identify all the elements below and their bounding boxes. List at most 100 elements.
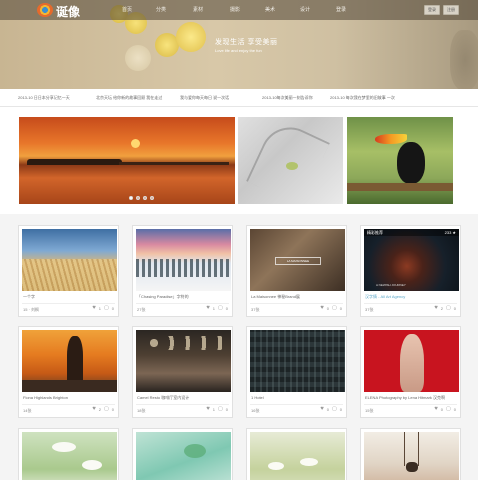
camera-lens-icon[interactable] bbox=[37, 3, 53, 17]
comment-icon[interactable]: ▢ bbox=[218, 306, 223, 311]
login-button[interactable]: 登录 bbox=[424, 5, 440, 15]
comment-count: 0 bbox=[339, 306, 342, 311]
album-card[interactable] bbox=[360, 428, 461, 480]
album-meta: 18张 bbox=[137, 408, 146, 413]
divider bbox=[136, 404, 229, 405]
leaf-shape bbox=[286, 162, 298, 170]
ticker-item[interactable]: 2013-10 每次我在梦里的旧故事 一次 bbox=[330, 95, 395, 101]
album-stats: ♥ 0 ▢ 0 bbox=[434, 406, 456, 412]
comment-icon[interactable]: ▢ bbox=[104, 306, 109, 311]
comment-icon[interactable]: ▢ bbox=[446, 407, 451, 412]
heart-icon[interactable]: ♥ bbox=[320, 406, 324, 412]
album-card[interactable] bbox=[132, 428, 233, 480]
carousel-dot[interactable] bbox=[150, 196, 154, 200]
heart-icon[interactable]: ♥ bbox=[434, 406, 438, 412]
album-stats: ♥ 2 ▢ 0 bbox=[434, 305, 456, 311]
album-card[interactable]: Fiona Highlands Brighton 14张 ♥ 2 ▢ 0 bbox=[18, 326, 119, 418]
heart-icon[interactable]: ♥ bbox=[206, 305, 210, 311]
album-card[interactable]: ELENA Photography by Lena Hitmark 汉克啊 15… bbox=[360, 326, 461, 418]
comment-icon[interactable]: ▢ bbox=[446, 306, 451, 311]
divider bbox=[22, 303, 115, 304]
sun-shape bbox=[131, 139, 140, 148]
slide-branch-image[interactable] bbox=[238, 117, 343, 204]
nav-item-category[interactable]: 分类 bbox=[156, 6, 166, 13]
album-title[interactable]: 一个字 bbox=[23, 294, 116, 300]
like-count: 1 bbox=[212, 306, 216, 311]
heart-icon[interactable]: ♥ bbox=[206, 406, 210, 412]
album-thumbnail[interactable]: 精彩推荐 233 ★ A NEWISH JOURNEY bbox=[364, 229, 459, 291]
album-title[interactable]: Fiona Highlands Brighton bbox=[23, 395, 116, 400]
toucan-body bbox=[397, 142, 425, 184]
album-card[interactable]: 1 Hotel 16张 ♥ 0 ▢ 0 bbox=[246, 326, 347, 418]
heart-icon[interactable]: ♥ bbox=[92, 406, 96, 412]
album-title[interactable]: 「Chasing Paradise」字符的 bbox=[137, 294, 230, 300]
featured-carousel bbox=[0, 107, 478, 214]
album-thumbnail[interactable] bbox=[22, 432, 117, 480]
nav-item-home[interactable]: 首页 bbox=[122, 6, 132, 13]
banner-slogan-sub: Love life and enjoy the fun bbox=[215, 48, 262, 53]
carousel-dot[interactable] bbox=[129, 196, 133, 200]
rock-stack-shape bbox=[67, 336, 83, 384]
nav-item-design[interactable]: 设计 bbox=[300, 6, 310, 13]
album-thumbnail[interactable] bbox=[136, 432, 231, 480]
slide-toucan-image[interactable] bbox=[347, 117, 453, 204]
swing-rope bbox=[418, 432, 419, 466]
banner-flower-image bbox=[450, 30, 478, 89]
comment-icon[interactable]: ▢ bbox=[332, 306, 337, 311]
album-title[interactable]: 汉字情 - All Art Agency bbox=[365, 294, 458, 300]
comment-icon[interactable]: ▢ bbox=[104, 407, 109, 412]
ticker-item[interactable]: 北京天坛 给你新的故事回顾 我在走过 bbox=[96, 95, 162, 101]
album-card[interactable]: Camel Resto 咖啡厅室内设计 18张 ♥ 1 ▢ 0 bbox=[132, 326, 233, 418]
page: 诞像 首页 分类 素材 摄影 美术 设计 登录 登录 注册 发现生活 享受美丽 … bbox=[0, 0, 478, 480]
heart-icon[interactable]: ♥ bbox=[320, 305, 324, 311]
album-title[interactable]: Camel Resto 咖啡厅室内设计 bbox=[137, 395, 230, 401]
ticker-item[interactable]: 2013-10 日日本分享记忆一天 bbox=[18, 95, 70, 101]
carousel-dot[interactable] bbox=[136, 196, 140, 200]
nav-item-art[interactable]: 美术 bbox=[265, 6, 275, 13]
nav-item-photo[interactable]: 摄影 bbox=[230, 6, 240, 13]
album-card[interactable]: 精彩推荐 233 ★ A NEWISH JOURNEY 汉字情 - All Ar… bbox=[360, 225, 461, 317]
comment-count: 0 bbox=[225, 407, 228, 412]
album-thumbnail[interactable] bbox=[364, 432, 459, 480]
site-logo-text[interactable]: 诞像 bbox=[56, 3, 80, 20]
comment-icon[interactable]: ▢ bbox=[218, 407, 223, 412]
album-thumbnail[interactable] bbox=[250, 432, 345, 480]
heart-icon[interactable]: ♥ bbox=[434, 305, 438, 311]
album-card[interactable] bbox=[18, 428, 119, 480]
comment-count: 0 bbox=[453, 407, 456, 412]
register-button[interactable]: 注册 bbox=[443, 5, 459, 15]
comment-icon[interactable]: ▢ bbox=[332, 407, 337, 412]
album-thumbnail[interactable] bbox=[136, 330, 231, 392]
like-count: 0 bbox=[326, 407, 330, 412]
featured-label: 精彩推荐 bbox=[367, 230, 383, 235]
album-thumbnail[interactable] bbox=[136, 229, 231, 291]
brand-label: LA MAISONNEE bbox=[275, 257, 321, 265]
album-thumbnail[interactable] bbox=[364, 330, 459, 392]
album-thumbnail[interactable] bbox=[22, 229, 117, 291]
swing-figure bbox=[406, 462, 418, 472]
nav-item-material[interactable]: 素材 bbox=[193, 6, 203, 13]
album-title[interactable]: La Maisonnee 神秘Brand展 bbox=[251, 294, 344, 300]
like-count: 1 bbox=[212, 407, 216, 412]
swing-rope bbox=[404, 432, 405, 466]
album-thumbnail[interactable] bbox=[22, 330, 117, 392]
nav-item-more[interactable]: 登录 bbox=[336, 6, 346, 13]
album-title[interactable]: ELENA Photography by Lena Hitmark 汉克啊 bbox=[365, 395, 458, 401]
heart-icon[interactable]: ♥ bbox=[92, 305, 96, 311]
ticker-item[interactable]: 2013-10每次美丽一刻告诉你 bbox=[262, 95, 313, 101]
album-card[interactable] bbox=[246, 428, 347, 480]
ticker-item[interactable]: 我与爱你每天每日 说一次话 bbox=[180, 95, 229, 101]
album-meta: 15张 bbox=[365, 408, 374, 413]
carousel-dot[interactable] bbox=[143, 196, 147, 200]
slide-sunset-image[interactable] bbox=[19, 117, 235, 204]
album-title[interactable]: 1 Hotel bbox=[251, 395, 344, 400]
top-navbar: 诞像 首页 分类 素材 摄影 美术 设计 登录 登录 注册 bbox=[0, 0, 478, 20]
comment-count: 0 bbox=[111, 306, 114, 311]
flower-shape bbox=[268, 462, 284, 470]
album-card[interactable]: 「Chasing Paradise」字符的 27张 ♥ 1 ▢ 0 bbox=[132, 225, 233, 317]
album-thumbnail[interactable] bbox=[250, 330, 345, 392]
like-count: 2 bbox=[440, 306, 444, 311]
album-thumbnail[interactable]: LA MAISONNEE bbox=[250, 229, 345, 291]
album-card[interactable]: 一个字 15 · 刘枫 ♥ 1 ▢ 0 bbox=[18, 225, 119, 317]
album-card[interactable]: LA MAISONNEE La Maisonnee 神秘Brand展 37张 ♥… bbox=[246, 225, 347, 317]
